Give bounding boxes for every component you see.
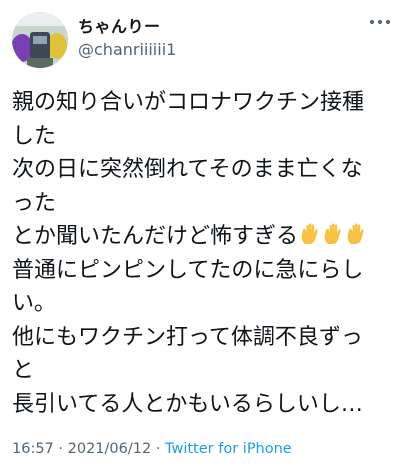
tweet-line: 普通にピンピンしてたのに急にらし [12,257,364,283]
tweet-text: 親の知り合いがコロナワクチン接種 した 次の日に突然倒れてそのまま亡くな った … [12,86,394,421]
tweet-date[interactable]: 2021/06/12 [68,441,152,457]
tweet-line: った [12,190,57,216]
raised-hand-icon [324,223,341,244]
tweet-line: と [12,358,35,383]
meta-separator: · [53,441,68,457]
tweet-time[interactable]: 16:57 [12,441,54,457]
avatar[interactable] [12,12,68,68]
tweet-line: 長引いてる人とかもいるらしいし… [12,391,363,417]
more-horizontal-icon[interactable] [369,16,391,28]
raised-hand-icon [301,223,318,244]
tweet-line: い。 [12,291,57,316]
profile-avatar-icon [12,12,68,68]
meta-separator: · [151,441,166,457]
tweet-line: 他にもワクチン打って体調不良ずっ [12,324,363,350]
user-display-name[interactable]: ちゃんりー [78,13,161,37]
tweet-meta: 16:57 · 2021/06/12 · Twitter for iPhone [12,441,292,457]
tweet-line: 親の知り合いがコロナワクチン接種 [12,90,365,115]
user-handle[interactable]: @chanriiiiii1 [78,40,176,59]
tweet-source-link[interactable]: Twitter for iPhone [165,441,292,457]
tweet-line-with-emoji: とか聞いたんだけど怖すぎる [12,220,394,254]
tweet-line: した [12,123,57,149]
tweet-line-text: とか聞いたんだけど怖すぎる [12,224,299,249]
tweet-line: 次の日に突然倒れてそのまま亡くな [12,157,363,182]
raised-hand-icon [347,223,364,244]
